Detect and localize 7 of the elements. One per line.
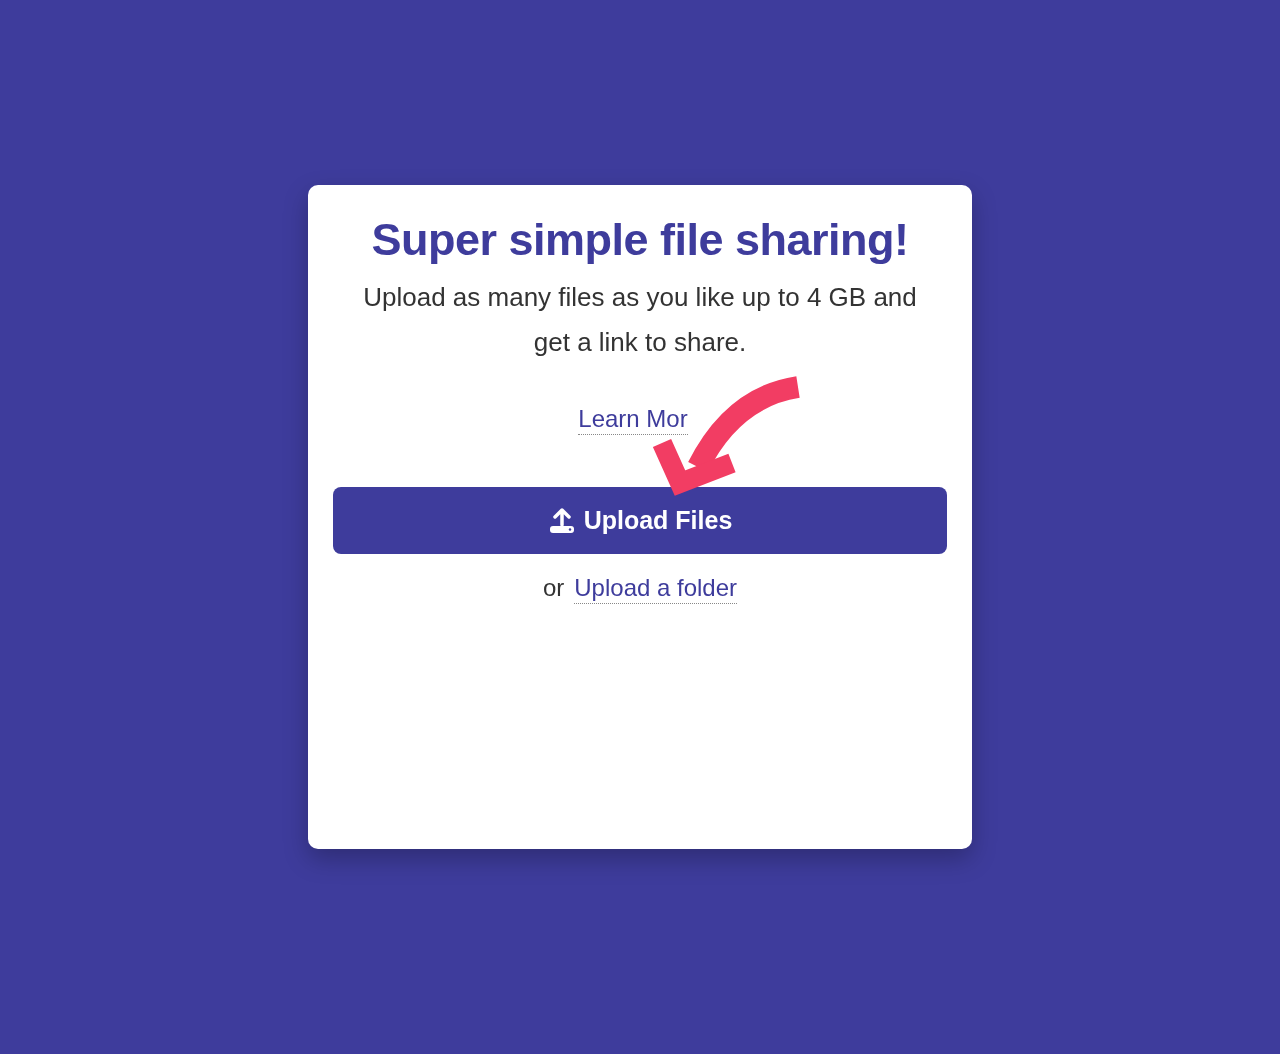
headline: Super simple file sharing!: [370, 213, 910, 267]
learn-more-link[interactable]: Learn Mor: [578, 405, 688, 435]
upload-files-button[interactable]: Upload Files: [333, 487, 947, 554]
upload-folder-link[interactable]: Upload a folder: [574, 574, 738, 604]
description: Upload as many files as you like up to 4 GB and get a link to share.: [362, 281, 918, 359]
or-text: or: [542, 574, 565, 601]
upload-icon: [547, 506, 576, 535]
